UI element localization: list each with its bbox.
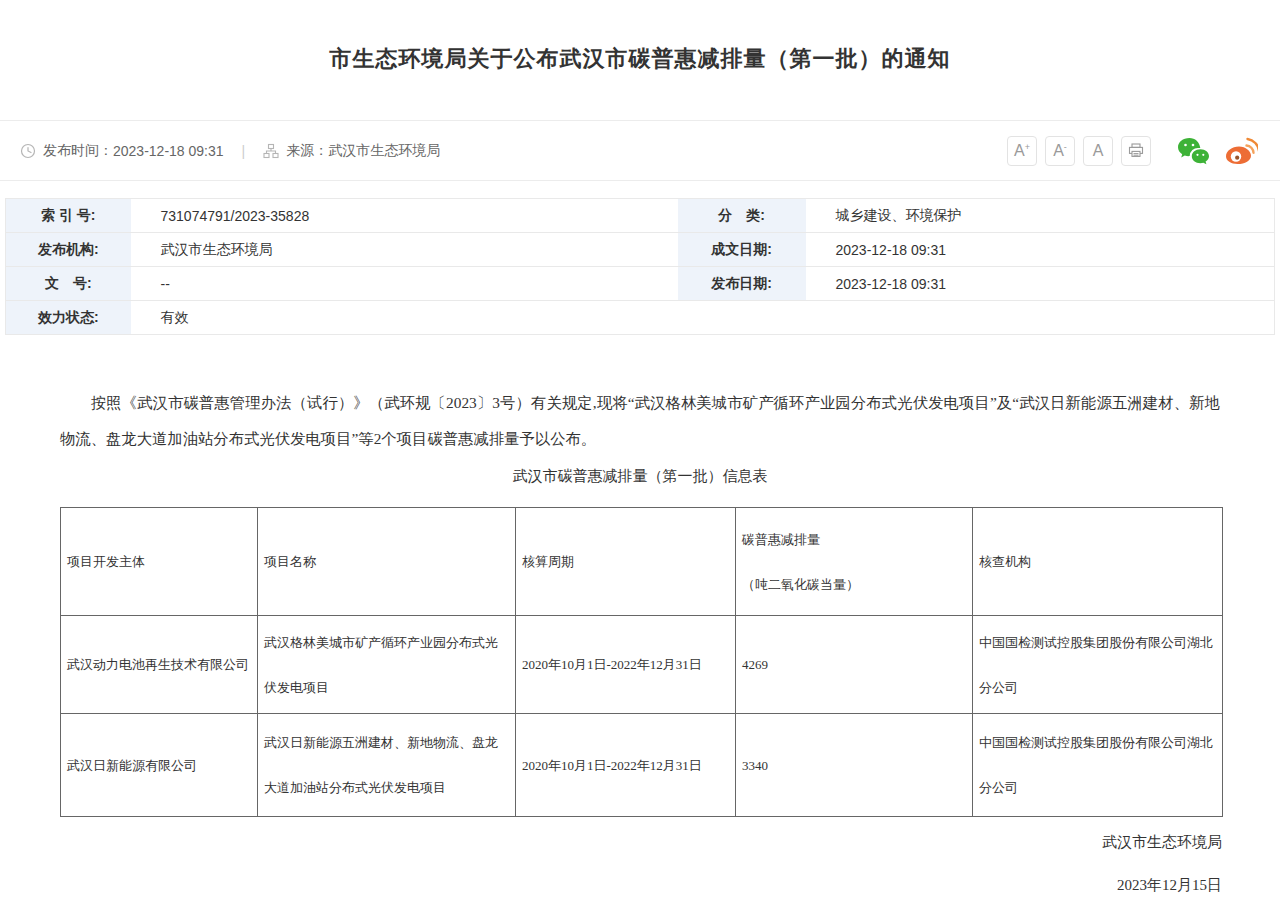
field-label: 成文日期:: [678, 233, 806, 267]
table-row: 武汉日新能源有限公司 武汉日新能源五洲建材、新地物流、盘龙大道加油站分布式光伏发…: [61, 714, 1223, 817]
page-title: 市生态环境局关于公布武汉市碳普惠减排量（第一批）的通知: [0, 0, 1280, 74]
cell-period: 2020年10月1日-2022年12月31日: [516, 714, 736, 817]
cell-project: 武汉日新能源五洲建材、新地物流、盘龙大道加油站分布式光伏发电项目: [258, 714, 516, 817]
signature-org: 武汉市生态环境局: [0, 833, 1222, 852]
meta-bar: 发布时间： 2023-12-18 09:31 | 来源： 武汉市生态环境局 A+…: [0, 120, 1280, 181]
source-value: 武汉市生态环境局: [328, 142, 440, 160]
clock-icon: [20, 143, 36, 159]
header-project: 项目名称: [258, 508, 516, 616]
field-label: 发布机构:: [6, 233, 131, 267]
field-value: 城乡建设、环境保护: [806, 199, 1275, 233]
source-icon: [263, 143, 279, 159]
wechat-share-icon[interactable]: [1177, 137, 1210, 165]
publish-time-label: 发布时间：: [43, 142, 113, 160]
data-table-title: 武汉市碳普惠减排量（第一批）信息表: [0, 467, 1280, 486]
cell-period: 2020年10月1日-2022年12月31日: [516, 616, 736, 714]
signature-date: 2023年12月15日: [0, 876, 1222, 895]
font-decrease-button[interactable]: A-: [1045, 136, 1075, 166]
publish-info: 发布时间： 2023-12-18 09:31 | 来源： 武汉市生态环境局: [20, 142, 440, 160]
font-reset-button[interactable]: A: [1083, 136, 1113, 166]
field-value: 2023-12-18 09:31: [806, 233, 1275, 267]
cell-verifier: 中国国检测试控股集团股份有限公司湖北分公司: [973, 616, 1223, 714]
field-label: 索 引 号:: [6, 199, 131, 233]
article-body: 按照《武汉市碳普惠管理办法（试行）》（武环规〔2023〕3号）有关规定,现将“武…: [60, 385, 1220, 457]
header-period: 核算周期: [516, 508, 736, 616]
field-value: --: [131, 267, 678, 301]
emission-data-table: 项目开发主体 项目名称 核算周期 碳普惠减排量 （吨二氧化碳当量） 核查机构 武…: [60, 507, 1223, 817]
document-info-table: 索 引 号: 731074791/2023-35828 分 类: 城乡建设、环境…: [5, 198, 1275, 335]
header-verifier: 核查机构: [973, 508, 1223, 616]
field-label: 分 类:: [678, 199, 806, 233]
separator: |: [242, 143, 246, 159]
cell-verifier: 中国国检测试控股集团股份有限公司湖北分公司: [973, 714, 1223, 817]
header-reduction: 碳普惠减排量 （吨二氧化碳当量）: [736, 508, 973, 616]
field-value: 有效: [131, 301, 1275, 335]
weibo-share-icon[interactable]: [1224, 137, 1258, 165]
field-value: 武汉市生态环境局: [131, 233, 678, 267]
table-row: 效力状态: 有效: [6, 301, 1275, 335]
cell-project: 武汉格林美城市矿产循环产业园分布式光伏发电项目: [258, 616, 516, 714]
table-row: 发布机构: 武汉市生态环境局 成文日期: 2023-12-18 09:31: [6, 233, 1275, 267]
field-value: 2023-12-18 09:31: [806, 267, 1275, 301]
publish-time: 2023-12-18 09:31: [113, 143, 224, 159]
field-label: 文 号:: [6, 267, 131, 301]
table-row: 索 引 号: 731074791/2023-35828 分 类: 城乡建设、环境…: [6, 199, 1275, 233]
article-paragraph: 按照《武汉市碳普惠管理办法（试行）》（武环规〔2023〕3号）有关规定,现将“武…: [60, 385, 1220, 457]
field-label: 发布日期:: [678, 267, 806, 301]
cell-developer: 武汉日新能源有限公司: [61, 714, 258, 817]
font-increase-button[interactable]: A+: [1007, 136, 1037, 166]
field-value: 731074791/2023-35828: [131, 199, 678, 233]
table-row: 文 号: -- 发布日期: 2023-12-18 09:31: [6, 267, 1275, 301]
cell-reduction: 4269: [736, 616, 973, 714]
print-button[interactable]: [1121, 136, 1151, 166]
toolbar: A+ A- A: [999, 136, 1258, 166]
table-header-row: 项目开发主体 项目名称 核算周期 碳普惠减排量 （吨二氧化碳当量） 核查机构: [61, 508, 1223, 616]
cell-reduction: 3340: [736, 714, 973, 817]
header-developer: 项目开发主体: [61, 508, 258, 616]
source-label: 来源：: [286, 142, 328, 160]
cell-developer: 武汉动力电池再生技术有限公司: [61, 616, 258, 714]
table-row: 武汉动力电池再生技术有限公司 武汉格林美城市矿产循环产业园分布式光伏发电项目 2…: [61, 616, 1223, 714]
field-label: 效力状态:: [6, 301, 131, 335]
